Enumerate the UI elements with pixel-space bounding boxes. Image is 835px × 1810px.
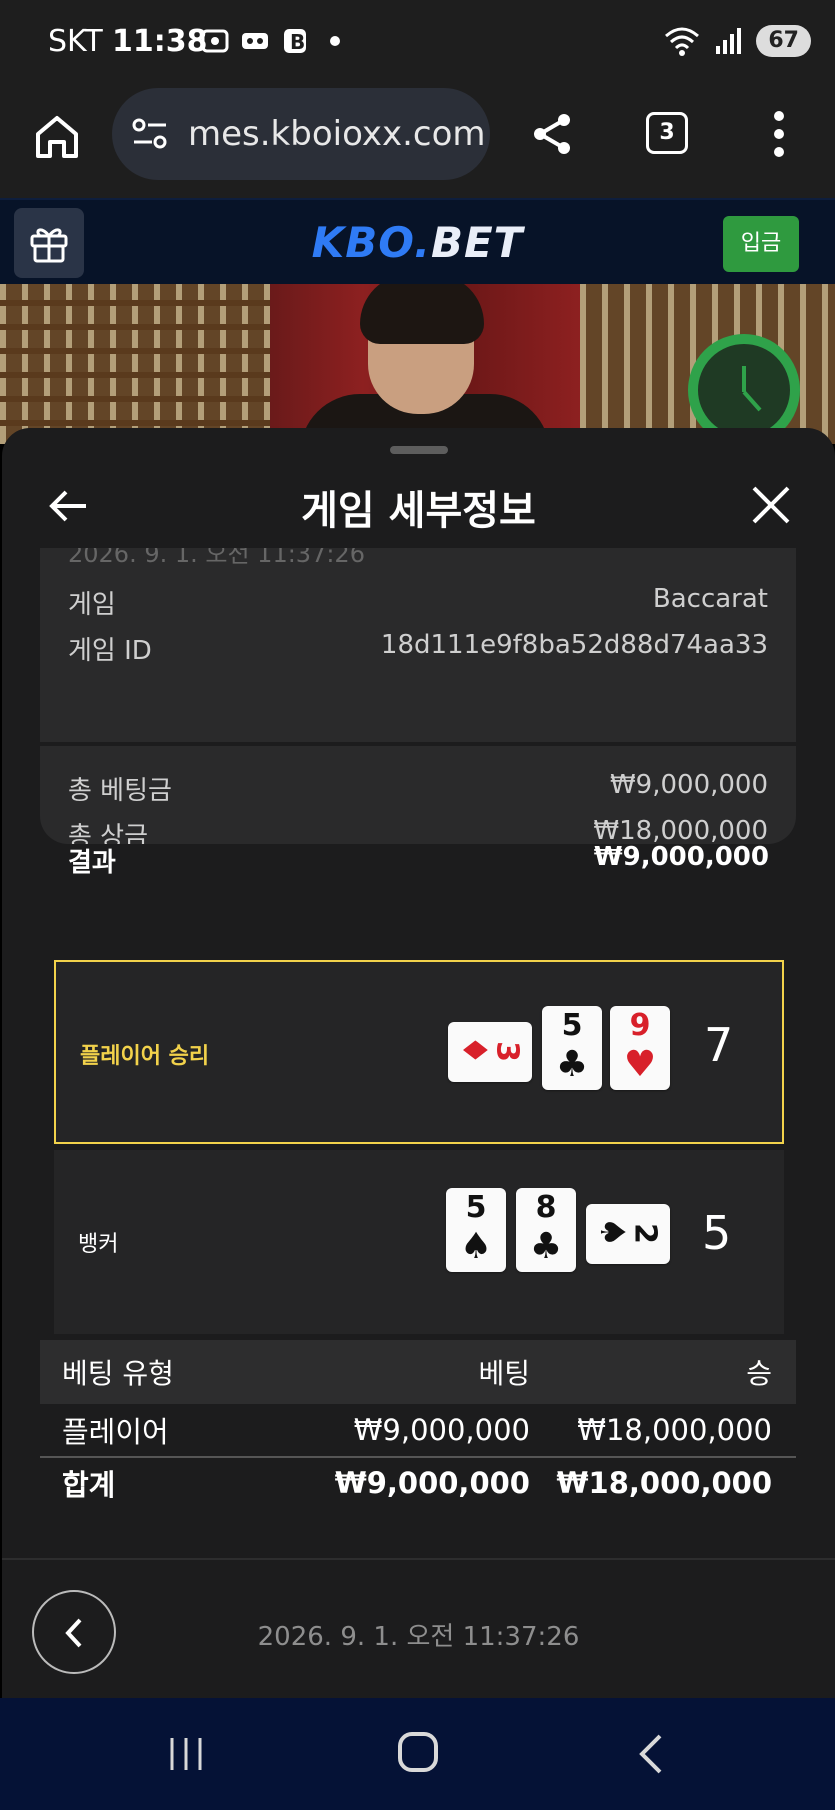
signal-icon [716,28,742,54]
summary-row-total-bet: 총 베팅금 ₩9,000,000 [68,770,768,806]
playing-card: 8 ♣ [516,1188,576,1272]
overflow-menu-icon[interactable] [764,110,794,158]
close-icon[interactable] [750,484,792,526]
carrier-label: SKT [48,24,103,59]
hand-result-label: 플레이어 승리 [80,1044,210,1069]
info-row-game-id: 게임 ID 18d111e9f8ba52d88d74aa33 [68,630,768,666]
hand-total: 5 [702,1206,732,1260]
system-nav-bar [0,1698,835,1810]
address-bar[interactable]: mes.kboioxx.com [112,88,490,180]
game-details-sheet: 게임 세부정보 2026. 9. 1. 오전 11:37:26 게임 Bacca… [2,428,835,1698]
back-nav-icon[interactable] [636,1732,666,1776]
table-total-row: 합계 ₩9,000,000 ₩18,000,000 [40,1456,796,1508]
info-row-game: 게임 Baccarat [68,584,768,620]
playing-card: 5 ♣ [542,1006,602,1090]
hand-result-label: 뱅커 [78,1232,119,1257]
site-logo[interactable]: KBO.BET [0,218,835,267]
voicemail-icon [242,33,268,49]
playing-card: 3 ♦ [448,1022,532,1082]
banker-hand: 뱅커 5 ♠ 8 ♣ 2 ♠ 5 [54,1150,784,1334]
b-app-icon: B [284,29,306,54]
site-header: KBO.BET 입금 [0,198,835,284]
hand-total: 7 [704,1018,734,1072]
browser-toolbar: mes.kboioxx.com 3 [0,86,835,198]
sheet-drag-handle[interactable] [390,446,448,454]
table-row: 플레이어 ₩9,000,000 ₩18,000,000 [62,1413,772,1449]
url-text[interactable]: mes.kboioxx.com [188,114,486,154]
battery-indicator: 67 [756,25,811,57]
faded-date: 2026. 9. 1. 오전 11:37:26 [68,548,365,568]
home-nav-icon[interactable] [398,1732,438,1772]
sheet-title: 게임 세부정보 [301,488,536,534]
recent-apps-icon[interactable] [166,1734,206,1774]
deposit-button[interactable]: 입금 [723,216,799,272]
game-info-card: 2026. 9. 1. 오전 11:37:26 게임 Baccarat 게임 I… [40,548,796,844]
clock: 11:38 [112,24,208,59]
table-header: 베팅 유형 베팅 승 [40,1340,796,1404]
sheet-footer: 2026. 9. 1. 오전 11:37:26 [2,1558,835,1698]
system-indicators: 67 [662,24,811,58]
playing-card: 5 ♠ [446,1188,506,1272]
bet-table: 베팅 유형 베팅 승 플레이어 ₩9,000,000 ₩18,000,000 합… [40,1340,796,1508]
live-video-stream [0,284,835,444]
svg-text:B: B [290,30,305,54]
playing-card: 9 ♥ [610,1006,670,1090]
site-settings-icon[interactable] [130,116,170,152]
player-hand: 플레이어 승리 3 ♦ 5 ♣ 9 ♥ 7 [54,960,784,1144]
summary-row-total-prize: 총 상금 ₩18,000,000 [68,816,768,844]
summary-row-result: 결과 ₩9,000,000 [68,842,769,878]
more-notifications-dot [330,36,340,46]
screenshot-icon [201,29,229,53]
share-icon[interactable] [528,110,576,158]
clock-hand-icon [742,366,762,412]
wifi-icon [665,27,700,56]
notification-icons: B [200,26,340,56]
game-timestamp: 2026. 9. 1. 오전 11:37:26 [257,1622,580,1652]
home-icon[interactable] [30,110,84,164]
tab-switcher-button[interactable]: 3 [646,112,688,154]
status-bar: SKT 11:38 B 67 [0,0,835,86]
divider [40,742,796,746]
playing-card: 2 ♠ [586,1204,670,1264]
